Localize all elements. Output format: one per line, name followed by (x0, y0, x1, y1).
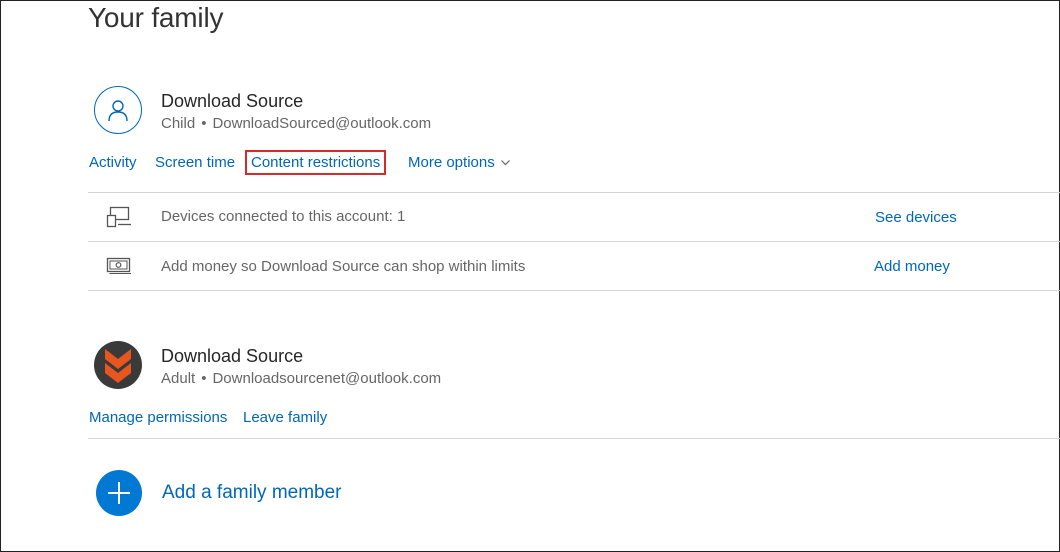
child-member-name: Download Source (161, 91, 304, 111)
child-member-role: Child (161, 115, 196, 132)
divider (88, 290, 1060, 291)
more-options-dropdown[interactable]: More options (408, 154, 510, 171)
download-source-logo-icon (105, 349, 131, 383)
manage-permissions-link[interactable]: Manage permissions (89, 409, 227, 426)
adult-avatar (94, 341, 142, 389)
devices-icon (106, 206, 131, 228)
screen-time-link[interactable]: Screen time (155, 154, 235, 171)
add-family-member-link[interactable]: Add a family member (162, 482, 342, 504)
window-frame (0, 0, 1060, 552)
chevron-down-icon (500, 160, 510, 166)
see-devices-link[interactable]: See devices (875, 209, 957, 226)
separator-dot: • (201, 370, 207, 387)
person-icon (108, 100, 128, 122)
devices-row-text: Devices connected to this account: 1 (161, 208, 406, 225)
more-options-label: More options (408, 154, 495, 171)
child-member-meta: Child • DownloadSourced@outlook.com (161, 115, 431, 132)
money-icon (106, 257, 131, 275)
plus-icon (108, 482, 130, 504)
adult-member-email: Downloadsourcenet@outlook.com (212, 370, 442, 387)
adult-member-meta: Adult • Downloadsourcenet@outlook.com (161, 370, 441, 387)
content-restrictions-link[interactable]: Content restrictions (251, 154, 380, 171)
child-avatar (94, 86, 142, 134)
add-family-member-button[interactable] (96, 470, 142, 516)
adult-member-name: Download Source (161, 346, 304, 366)
page-title: Your family (88, 2, 224, 33)
activity-link[interactable]: Activity (89, 154, 137, 171)
divider (88, 241, 1060, 242)
divider (88, 192, 1060, 193)
separator-dot: • (201, 115, 207, 132)
child-member-email: DownloadSourced@outlook.com (212, 115, 432, 132)
leave-family-link[interactable]: Leave family (243, 409, 327, 426)
add-money-row-text: Add money so Download Source can shop wi… (161, 258, 526, 275)
adult-member-role: Adult (161, 370, 196, 387)
add-money-link[interactable]: Add money (874, 258, 950, 275)
divider (88, 438, 1060, 439)
